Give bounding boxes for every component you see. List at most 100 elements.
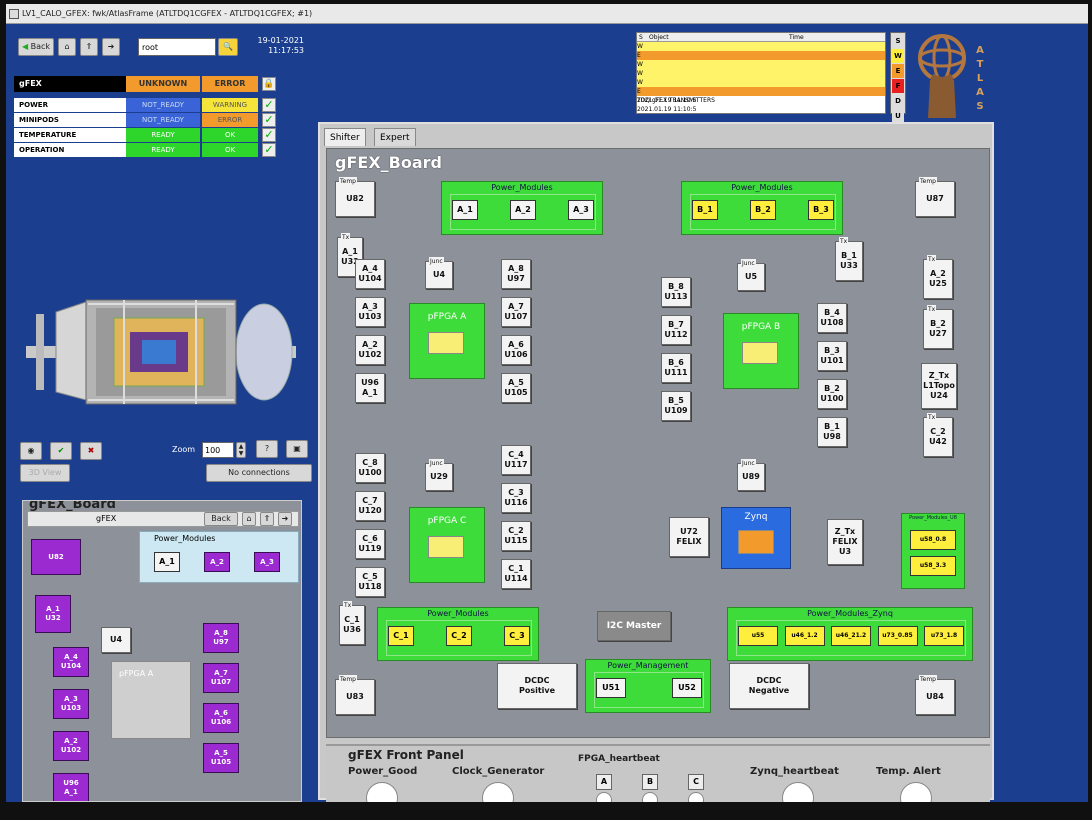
- mini-forward-button[interactable]: ➜: [278, 512, 292, 526]
- status-row-alarm[interactable]: WARNING: [202, 98, 258, 112]
- c-left-chip-3[interactable]: C_5 U118: [355, 567, 385, 597]
- tx-z-felix[interactable]: Z_Tx FELIX U3: [827, 519, 863, 565]
- status-state[interactable]: UNKNOWN: [126, 76, 200, 92]
- mini-right-chip[interactable]: A_7 U107: [203, 663, 239, 693]
- tx-b1[interactable]: Tx B_1 U33: [835, 237, 863, 281]
- c-left-chip-2[interactable]: C_6 U119: [355, 529, 385, 559]
- status-row-state[interactable]: NOT_READY: [126, 98, 200, 112]
- a-right-chip-0[interactable]: A_8 U97: [501, 259, 531, 289]
- forward-button[interactable]: ➜: [102, 38, 120, 56]
- mini-left-chip[interactable]: U96 A_1: [53, 773, 89, 801]
- power-modules-c-module[interactable]: C_1: [388, 626, 414, 646]
- tx-c1[interactable]: Tx C_1 U36: [339, 601, 365, 645]
- 3d-view-button[interactable]: 3D View: [20, 464, 70, 482]
- severity-s[interactable]: S: [892, 34, 904, 48]
- mini-pm-module[interactable]: A_3: [254, 552, 280, 572]
- connections-button[interactable]: No connections: [206, 464, 312, 482]
- alarm-row[interactable]: WTDQ gFEX FPGA B2021.01.19 11:10:5: [637, 69, 885, 95]
- power-modules-a-module[interactable]: A_1: [452, 200, 478, 220]
- mini-right-chip[interactable]: A_5 U105: [203, 743, 239, 773]
- b-right-chip-3[interactable]: B_1 U98: [817, 417, 847, 447]
- mini-junc-u4[interactable]: U4: [101, 627, 131, 653]
- mini-u82[interactable]: U82: [31, 539, 81, 575]
- mini-power-modules[interactable]: Power_Modules A_1 A_2 A_3: [139, 531, 299, 583]
- severity-f[interactable]: F: [892, 79, 904, 93]
- c-right-chip-1[interactable]: C_3 U116: [501, 483, 531, 513]
- status-row-alarm[interactable]: OK: [202, 128, 258, 142]
- b-right-chip-2[interactable]: B_2 U100: [817, 379, 847, 409]
- power-modules-b-module[interactable]: B_3: [808, 200, 834, 220]
- mini-tx-a1[interactable]: A_1 U32: [35, 595, 71, 633]
- power-modules-zynq[interactable]: Power_Modules_Zynq u55 u46_1.2 u46_21.2 u73_…: [727, 607, 973, 661]
- junc-u29[interactable]: Junc U29: [425, 459, 453, 491]
- c-right-chip-0[interactable]: C_4 U117: [501, 445, 531, 475]
- severity-u[interactable]: U: [892, 109, 904, 123]
- status-row-label[interactable]: MINIPODS: [14, 113, 126, 127]
- status-row-label[interactable]: OPERATION: [14, 143, 126, 157]
- alarm-row[interactable]: WTDQ gFEX FPGA C2021.01.19 11:10:5: [637, 78, 885, 104]
- status-row-alarm[interactable]: ERROR: [202, 113, 258, 127]
- power-modules-b[interactable]: Power_Modules B_1 B_2 B_3: [681, 181, 843, 235]
- c-left-chip-0[interactable]: C_8 U100: [355, 453, 385, 483]
- pfpga-c[interactable]: pFPGA C: [409, 507, 485, 583]
- search-button[interactable]: 🔍: [218, 38, 238, 56]
- pfpga-a[interactable]: pFPGA A: [409, 303, 485, 379]
- power-modules-c-module[interactable]: C_2: [446, 626, 472, 646]
- tx-z-l1topo[interactable]: Z_Tx L1Topo U24: [921, 363, 957, 409]
- search-input[interactable]: [138, 38, 216, 56]
- junc-u5[interactable]: Junc U5: [737, 259, 765, 291]
- tx-b2[interactable]: Tx B_2 U27: [923, 305, 953, 349]
- home-button[interactable]: ⌂: [58, 38, 76, 56]
- save-button[interactable]: ▣: [286, 440, 308, 458]
- mini-up-button[interactable]: ⇑: [260, 512, 274, 526]
- zoom-stepper[interactable]: ▲ ▼: [236, 442, 246, 458]
- lock-icon[interactable]: 🔒: [262, 77, 276, 91]
- status-row-label[interactable]: TEMPERATURE: [14, 128, 126, 142]
- mini-home-button[interactable]: ⌂: [242, 512, 256, 526]
- status-row-ack-icon[interactable]: ✓: [262, 113, 276, 127]
- temp-u87[interactable]: Temp U87: [915, 177, 955, 217]
- tab-shifter[interactable]: Shifter: [324, 128, 366, 146]
- power-management-module[interactable]: U51: [596, 678, 626, 698]
- mini-left-chip[interactable]: A_2 U102: [53, 731, 89, 761]
- mini-pm-module[interactable]: A_2: [204, 552, 230, 572]
- tab-expert[interactable]: Expert: [374, 128, 416, 146]
- status-row-ack-icon[interactable]: ✓: [262, 98, 276, 112]
- a-right-chip-2[interactable]: A_6 U106: [501, 335, 531, 365]
- power-modules-a-module[interactable]: A_3: [568, 200, 594, 220]
- temp-u84[interactable]: Temp U84: [915, 675, 955, 715]
- power-modules-a[interactable]: Power_Modules A_1 A_2 A_3: [441, 181, 603, 235]
- status-row-state[interactable]: NOT_READY: [126, 113, 200, 127]
- check-view-button[interactable]: ✔: [50, 442, 72, 460]
- severity-w[interactable]: W: [892, 49, 904, 63]
- power-modules-zynq-module[interactable]: u46_21.2: [831, 626, 871, 646]
- a-left-chip-0[interactable]: A_4 U104: [355, 259, 385, 289]
- b-right-chip-1[interactable]: B_3 U101: [817, 341, 847, 371]
- power-modules-c[interactable]: Power_Modules C_1 C_2 C_3: [377, 607, 539, 661]
- severity-e[interactable]: E: [892, 64, 904, 78]
- globe-button[interactable]: ◉: [20, 442, 42, 460]
- severity-filter[interactable]: SWEFDU: [890, 32, 906, 123]
- b-left-chip-3[interactable]: B_5 U109: [661, 391, 691, 421]
- alarm-row[interactable]: WTDQ gFEX FPGA A2021.01.19 11:10:5: [637, 60, 885, 86]
- a-left-chip-2[interactable]: A_2 U102: [355, 335, 385, 365]
- power-modules-b-module[interactable]: B_2: [750, 200, 776, 220]
- c-left-chip-1[interactable]: C_7 U120: [355, 491, 385, 521]
- alarm-list[interactable]: S Object Time WTDQ gFEX MODULES2021.01.19 …: [636, 32, 886, 114]
- power-modules-u58-module[interactable]: u58_0.8: [910, 530, 956, 550]
- a-left-chip-1[interactable]: A_3 U103: [355, 297, 385, 327]
- power-modules-a-module[interactable]: A_2: [510, 200, 536, 220]
- mini-right-chip[interactable]: A_8 U97: [203, 623, 239, 653]
- temp-u83[interactable]: Temp U83: [335, 675, 375, 715]
- zynq[interactable]: Zynq: [721, 507, 791, 569]
- mini-left-chip[interactable]: A_4 U104: [53, 647, 89, 677]
- status-row-ack-icon[interactable]: ✓: [262, 128, 276, 142]
- dcdc-negative[interactable]: DCDC Negative: [729, 663, 809, 709]
- b-left-chip-0[interactable]: B_8 U113: [661, 277, 691, 307]
- status-alarm[interactable]: ERROR: [202, 76, 258, 92]
- back-button[interactable]: ◀ Back: [18, 38, 54, 56]
- dcdc-positive[interactable]: DCDC Positive: [497, 663, 577, 709]
- power-modules-u58-module[interactable]: u58_3.3: [910, 556, 956, 576]
- a-right-chip-3[interactable]: A_5 U105: [501, 373, 531, 403]
- zoom-input[interactable]: [202, 442, 234, 458]
